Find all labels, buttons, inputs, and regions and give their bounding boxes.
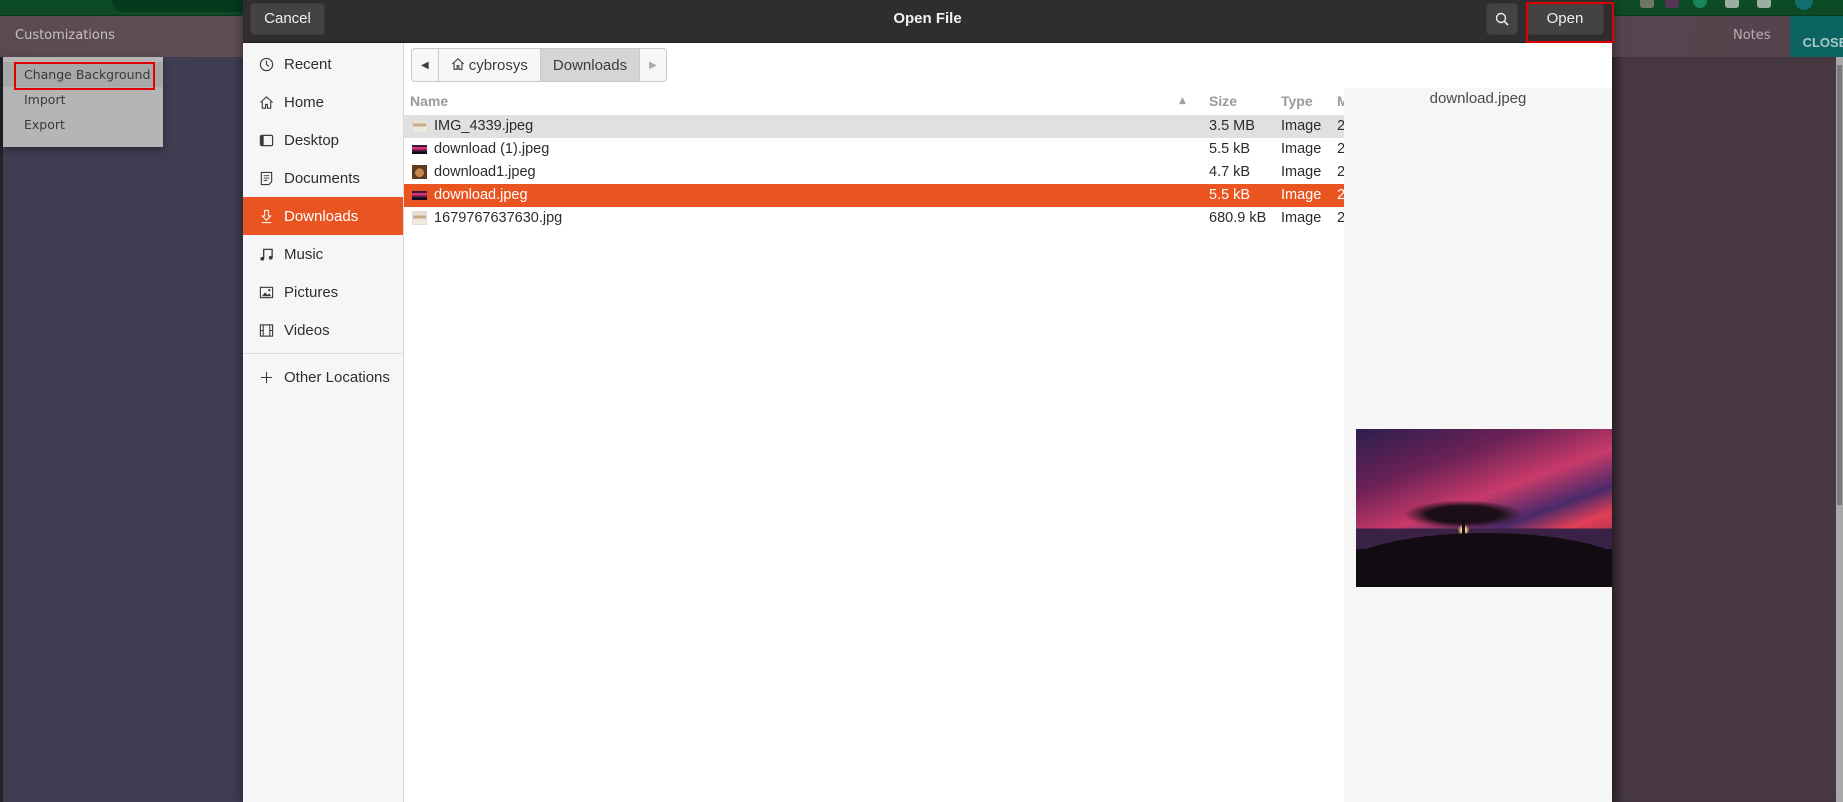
picture-icon [258, 284, 274, 300]
document-icon [258, 170, 274, 186]
file-name: IMG_4339.jpeg [434, 118, 534, 134]
notes-link[interactable]: Notes [1733, 28, 1771, 43]
extension-icon[interactable] [1757, 0, 1771, 8]
preview-filename: download.jpeg [1429, 90, 1527, 107]
sidebar-item-recent[interactable]: Recent [243, 45, 403, 83]
path-segment-home[interactable]: cybrosys [439, 49, 541, 81]
file-thumbnail-icon [412, 119, 427, 133]
sidebar-item-downloads[interactable]: Downloads [243, 197, 403, 235]
places-sidebar: Recent Home Desktop Documents Downloads … [243, 43, 404, 802]
file-name: 1679767637630.jpg [434, 210, 563, 226]
download-icon [258, 208, 274, 224]
file-row[interactable]: download (1).jpeg5.5 kBImage27 Dec 2022 [404, 138, 1419, 161]
search-button[interactable] [1486, 3, 1518, 35]
path-forward-button[interactable]: ▶ [640, 49, 666, 81]
path-segment-label: cybrosys [468, 56, 528, 74]
extension-icon[interactable] [1640, 0, 1654, 8]
home-icon [451, 57, 465, 74]
customizations-dropdown: Change Background Import Export [3, 57, 163, 147]
dialog-headerbar: Cancel Open File Open [243, 0, 1614, 43]
file-size: 4.7 kB [1209, 164, 1251, 180]
file-type: Image [1281, 141, 1322, 157]
customizations-menu[interactable]: Customizations [15, 28, 115, 43]
file-row[interactable]: download1.jpeg4.7 kBImage27 Dec 2022 [404, 161, 1419, 184]
file-type: Image [1281, 118, 1322, 134]
music-icon [258, 246, 274, 262]
open-button[interactable]: Open [1526, 3, 1604, 35]
app-body [1612, 57, 1843, 802]
clock-icon [258, 56, 274, 72]
file-type: Image [1281, 210, 1322, 226]
file-name: download1.jpeg [434, 164, 536, 180]
video-icon [258, 322, 274, 338]
profile-avatar[interactable] [1795, 0, 1813, 10]
file-type: Image [1281, 187, 1322, 203]
home-icon [258, 94, 274, 110]
sidebar-item-label: Other Locations [284, 368, 390, 386]
preview-image-tree [1462, 517, 1465, 537]
file-name: download.jpeg [434, 187, 528, 203]
file-size: 5.5 kB [1209, 187, 1251, 203]
sidebar-item-videos[interactable]: Videos [243, 311, 403, 349]
file-thumbnail-icon [412, 191, 427, 200]
sidebar-item-music[interactable]: Music [243, 235, 403, 273]
page-scrollbar[interactable] [1836, 57, 1843, 802]
dialog-title: Open File [893, 10, 962, 27]
sidebar-item-label: Documents [284, 169, 360, 187]
file-thumbnail-icon [412, 165, 427, 179]
window-edge [0, 57, 3, 802]
extension-icon[interactable] [1665, 0, 1679, 8]
path-back-button[interactable]: ◀ [412, 49, 439, 81]
sidebar-item-label: Desktop [284, 131, 340, 149]
app-body [0, 57, 243, 802]
open-file-dialog: Cancel Open File Open Recent Home Deskto… [243, 0, 1614, 802]
preview-pane: download.jpeg [1344, 88, 1612, 802]
preview-image [1356, 429, 1612, 587]
file-name: download (1).jpeg [434, 141, 550, 157]
file-size: 5.5 kB [1209, 141, 1251, 157]
search-icon [1495, 12, 1509, 26]
scrollbar-thumb[interactable] [1837, 65, 1842, 505]
sidebar-item-home[interactable]: Home [243, 83, 403, 121]
menu-item-import[interactable]: Import [3, 87, 163, 112]
path-bar: ◀ cybrosys Downloads ▶ [411, 48, 667, 82]
column-header-type[interactable]: Type [1281, 88, 1313, 114]
preview-image-hill [1356, 533, 1612, 587]
menu-item-export[interactable]: Export [3, 112, 163, 137]
sidebar-item-label: Recent [284, 55, 332, 73]
extension-icon[interactable] [1725, 0, 1739, 8]
column-header-size[interactable]: Size [1209, 88, 1237, 114]
sidebar-item-documents[interactable]: Documents [243, 159, 403, 197]
desktop-icon [258, 132, 274, 148]
file-thumbnail-icon [412, 145, 427, 154]
close-button[interactable]: CLOSE [1790, 16, 1843, 57]
file-list: Name ▲ Size Type Modified IMG_4339.jpeg3… [404, 88, 1419, 802]
path-segment-downloads[interactable]: Downloads [540, 49, 641, 81]
sort-ascending-icon: ▲ [1179, 96, 1186, 106]
sidebar-item-pictures[interactable]: Pictures [243, 273, 403, 311]
sidebar-item-label: Music [284, 245, 324, 263]
sidebar-item-label: Downloads [284, 207, 359, 225]
extension-icon[interactable] [1693, 0, 1707, 8]
menu-item-change-background[interactable]: Change Background [3, 62, 163, 87]
sidebar-item-label: Videos [284, 321, 330, 339]
file-size: 680.9 kB [1209, 210, 1267, 226]
file-size: 3.5 MB [1209, 118, 1255, 134]
column-header-name[interactable]: Name [410, 88, 448, 114]
sidebar-item-label: Home [284, 93, 325, 111]
file-row[interactable]: 1679767637630.jpg680.9 kBImage28 Mar [404, 207, 1382, 230]
sidebar-item-label: Pictures [284, 283, 339, 301]
plus-icon [258, 369, 274, 385]
sidebar-item-other-locations[interactable]: Other Locations [243, 358, 403, 396]
sidebar-divider [243, 353, 403, 354]
file-row[interactable]: IMG_4339.jpeg3.5 MBImage28 Mar [404, 115, 1382, 138]
file-type: Image [1281, 164, 1322, 180]
file-thumbnail-icon [412, 211, 427, 225]
sidebar-item-desktop[interactable]: Desktop [243, 121, 403, 159]
file-row[interactable]: download.jpeg5.5 kBImage22 Dec 2022 [404, 184, 1419, 207]
